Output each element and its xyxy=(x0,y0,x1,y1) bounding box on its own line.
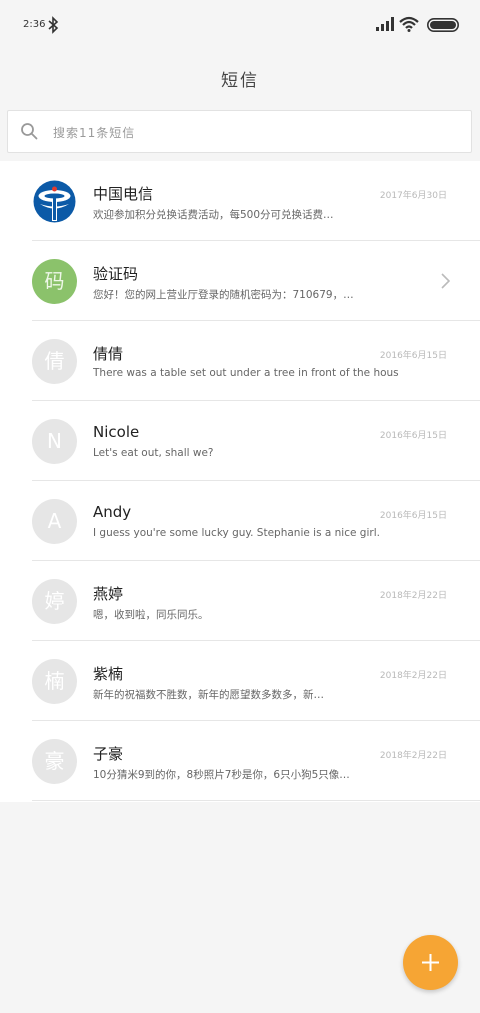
conversation-name: 燕婷 xyxy=(93,585,124,603)
china-telecom-logo-icon xyxy=(32,179,77,224)
search-placeholder: 搜索11条短信 xyxy=(53,126,136,140)
conversation-date: 2018年2月22日 xyxy=(379,591,447,601)
conversation-preview: 您好！您的网上营业厅登录的随机密码为：710679，… xyxy=(93,289,354,301)
conversation-name: 倩倩 xyxy=(93,345,124,363)
conversation-item[interactable]: 豪 子豪 10分猜米9到的你，8秒照片7秒是你，6只小狗5只像… 2018年2月… xyxy=(0,721,480,801)
search-input[interactable]: 搜索11条短信 xyxy=(7,110,472,153)
avatar: N xyxy=(32,419,77,464)
conversation-name: 中国电信 xyxy=(93,185,154,203)
conversation-item-china-telecom[interactable]: 中国电信 欢迎参加积分兑换话费活动，每500分可兑换话费… 2017年6月30日 xyxy=(0,161,480,241)
avatar: 码 xyxy=(32,259,77,304)
conversation-name: Andy xyxy=(93,503,132,521)
conversation-name: 紫楠 xyxy=(93,665,124,683)
title-bar: 短信 xyxy=(0,50,480,104)
bluetooth-icon xyxy=(48,16,59,34)
conversation-preview: 10分猜米9到的你，8秒照片7秒是你，6只小狗5只像… xyxy=(93,769,350,781)
new-message-button[interactable] xyxy=(403,935,458,990)
conversation-date: 2016年6月15日 xyxy=(379,511,447,521)
conversation-item[interactable]: 倩 倩倩 There was a table set out under a t… xyxy=(0,321,480,401)
conversation-preview: I guess you're some lucky guy. Stephanie… xyxy=(93,527,380,539)
conversation-date: 2017年6月30日 xyxy=(379,191,447,201)
plus-icon xyxy=(422,954,439,971)
divider xyxy=(32,800,480,801)
conversation-date: 2018年2月22日 xyxy=(379,751,447,761)
conversation-name: Nicole xyxy=(93,423,140,441)
conversation-preview: 嗯，收到啦，同乐同乐。 xyxy=(93,609,209,621)
conversation-date: 2016年6月15日 xyxy=(379,431,447,441)
conversation-preview: Let's eat out, shall we? xyxy=(93,447,214,459)
status-time: 2:36 xyxy=(23,19,46,30)
avatar: 豪 xyxy=(32,739,77,784)
conversation-list: 中国电信 欢迎参加积分兑换话费活动，每500分可兑换话费… 2017年6月30日… xyxy=(0,161,480,802)
search-icon xyxy=(21,123,38,140)
avatar: 婷 xyxy=(32,579,77,624)
chevron-right-icon xyxy=(441,273,450,289)
battery-icon xyxy=(427,18,459,32)
avatar: 楠 xyxy=(32,659,77,704)
conversation-preview: 新年的祝福数不胜数，新年的愿望数多数多，新… xyxy=(93,689,324,701)
status-bar: 2:36 xyxy=(0,0,480,50)
conversation-preview: There was a table set out under a tree i… xyxy=(93,367,399,379)
conversation-preview: 欢迎参加积分兑换话费活动，每500分可兑换话费… xyxy=(93,209,334,221)
avatar: A xyxy=(32,499,77,544)
conversation-date: 2018年2月22日 xyxy=(379,671,447,681)
page-title: 短信 xyxy=(221,71,259,91)
conversation-item[interactable]: N Nicole Let's eat out, shall we? 2016年6… xyxy=(0,401,480,481)
wifi-icon xyxy=(399,16,419,32)
conversation-name: 子豪 xyxy=(93,745,124,763)
signal-icon xyxy=(376,17,394,31)
conversation-item[interactable]: 楠 紫楠 新年的祝福数不胜数，新年的愿望数多数多，新… 2018年2月22日 xyxy=(0,641,480,721)
avatar: 倩 xyxy=(32,339,77,384)
conversation-item-verification-code[interactable]: 码 验证码 您好！您的网上营业厅登录的随机密码为：710679，… xyxy=(0,241,480,321)
conversation-item[interactable]: 婷 燕婷 嗯，收到啦，同乐同乐。 2018年2月22日 xyxy=(0,561,480,641)
conversation-name: 验证码 xyxy=(93,265,139,283)
conversation-date: 2016年6月15日 xyxy=(379,351,447,361)
conversation-item[interactable]: A Andy I guess you're some lucky guy. St… xyxy=(0,481,480,561)
